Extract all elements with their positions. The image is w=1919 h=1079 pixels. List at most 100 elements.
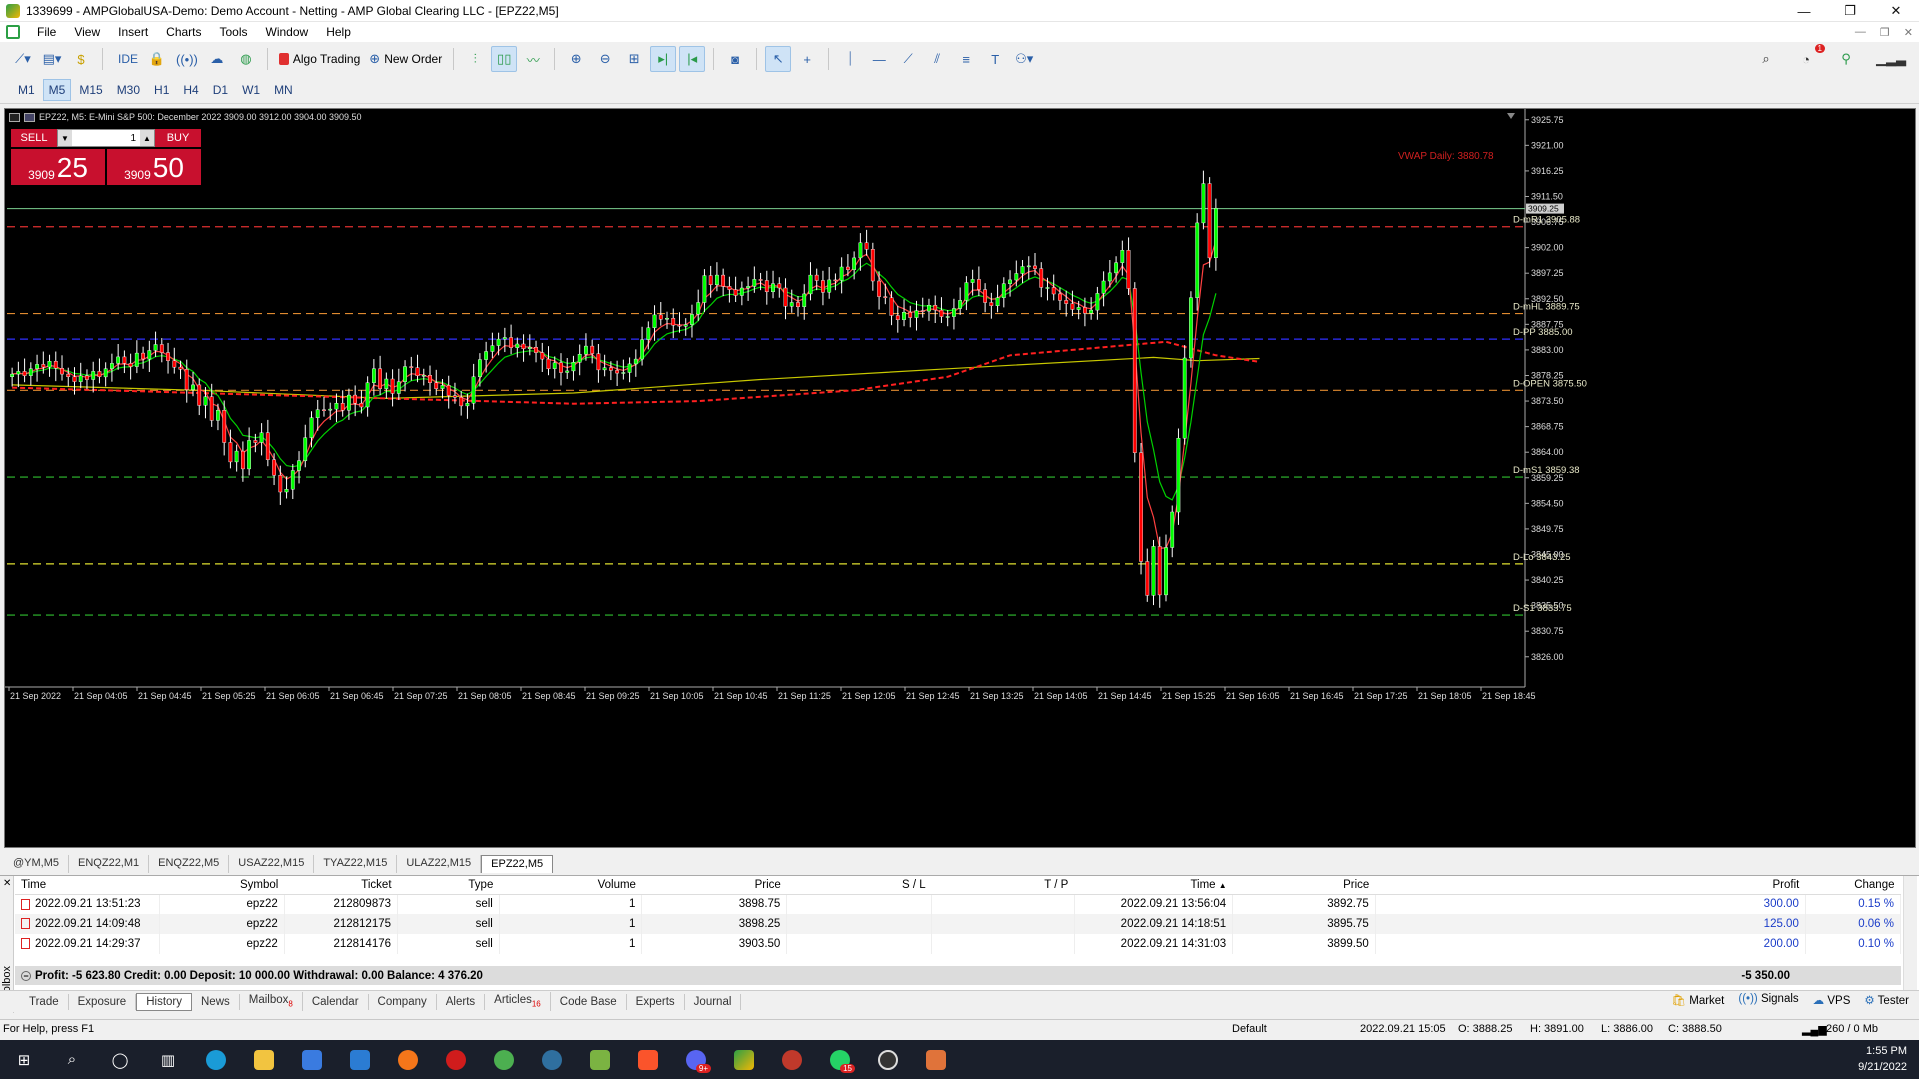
- chart-menu-icon[interactable]: [9, 112, 20, 122]
- globe-icon[interactable]: ◍: [233, 46, 259, 72]
- symbol-tab-ym-m5[interactable]: @YM,M5: [4, 855, 70, 873]
- search-icon[interactable]: ⌕: [1753, 46, 1779, 72]
- lot-size-value[interactable]: 1: [72, 130, 140, 146]
- vpn-icon[interactable]: [528, 1040, 576, 1079]
- close-button[interactable]: ✕: [1873, 0, 1919, 22]
- menu-window[interactable]: Window: [257, 25, 318, 39]
- menu-file[interactable]: File: [28, 25, 65, 39]
- discord-icon[interactable]: 9+: [672, 1040, 720, 1079]
- maximize-button[interactable]: ❐: [1827, 0, 1873, 22]
- toolbox-close-icon[interactable]: ✕: [3, 878, 11, 889]
- whatsapp-icon[interactable]: 15: [816, 1040, 864, 1079]
- status-profile[interactable]: Default: [1232, 1023, 1267, 1035]
- cloud-icon[interactable]: ☁: [204, 46, 230, 72]
- menu-help[interactable]: Help: [317, 25, 360, 39]
- menu-tools[interactable]: Tools: [211, 25, 257, 39]
- timeframe-h1[interactable]: H1: [148, 79, 175, 101]
- mdi-restore-button[interactable]: ❐: [1880, 26, 1890, 39]
- edge-browser-icon[interactable]: [192, 1040, 240, 1079]
- toolbox-tab-trade[interactable]: Trade: [20, 993, 69, 1010]
- chart-line-icon[interactable]: ⟋▾: [10, 46, 36, 72]
- chart-window-icon[interactable]: [6, 25, 20, 39]
- shapes-icon[interactable]: ⚇▾: [1011, 46, 1037, 72]
- line-chart-icon[interactable]: 〰: [520, 46, 546, 72]
- notepad-icon[interactable]: [576, 1040, 624, 1079]
- screenshot-icon[interactable]: ◙: [722, 46, 748, 72]
- toolbox-tab-news[interactable]: News: [192, 993, 240, 1010]
- vps-button[interactable]: ☁ VPS: [1813, 993, 1851, 1007]
- bar-chart-icon[interactable]: ⫶: [462, 46, 488, 72]
- collapse-icon[interactable]: −: [21, 970, 31, 981]
- tester-button[interactable]: ⚙ Tester: [1864, 993, 1909, 1007]
- col-type[interactable]: Type: [397, 876, 500, 895]
- toolbox-tab-exposure[interactable]: Exposure: [69, 993, 137, 1010]
- symbol-tab-enqz22-m5[interactable]: ENQZ22,M5: [149, 855, 230, 873]
- timeframe-m1[interactable]: M1: [12, 79, 41, 101]
- buy-button[interactable]: BUY: [155, 129, 201, 147]
- template-icon[interactable]: ▤▾: [39, 46, 65, 72]
- misc-app-icon[interactable]: [768, 1040, 816, 1079]
- chart-window[interactable]: 3925.75 3921.00 3916.25 3911.50 3906.75 3902.…: [4, 108, 1916, 848]
- bag-icon[interactable]: 🔒: [144, 46, 170, 72]
- timeframe-h4[interactable]: H4: [177, 79, 204, 101]
- signal-icon[interactable]: ((•)): [173, 46, 201, 72]
- signals-button[interactable]: ((•)) Signals: [1738, 993, 1798, 1007]
- price-chart[interactable]: 3925.753921.003916.253911.503906.753902.…: [5, 109, 1915, 847]
- toolbox-tab-mailbox[interactable]: Mailbox8: [240, 992, 303, 1011]
- toolbox-tab-articles[interactable]: Articles16: [485, 992, 551, 1011]
- timeframe-mn[interactable]: MN: [268, 79, 299, 101]
- timeframe-m5[interactable]: M5: [42, 78, 72, 101]
- col-ticket[interactable]: Ticket: [284, 876, 398, 895]
- menu-insert[interactable]: Insert: [109, 25, 157, 39]
- sell-price-box[interactable]: 3909 25: [11, 149, 105, 185]
- zoom-in-icon[interactable]: ⊕: [563, 46, 589, 72]
- timeframe-d1[interactable]: D1: [207, 79, 234, 101]
- symbol-tab-ulaz22-m15[interactable]: ULAZ22,M15: [397, 855, 482, 873]
- obs-icon[interactable]: [864, 1040, 912, 1079]
- symbol-tab-epz22-m5[interactable]: EPZ22,M5: [481, 855, 554, 873]
- zoom-out-icon[interactable]: ⊖: [592, 46, 618, 72]
- col-close-time[interactable]: Time ▲: [1074, 876, 1233, 895]
- symbol-tab-enqz22-m1[interactable]: ENQZ22,M1: [69, 855, 150, 873]
- lot-size-input[interactable]: ▼ 1 ▲: [57, 129, 155, 147]
- col-symbol[interactable]: Symbol: [159, 876, 285, 895]
- fibonacci-icon[interactable]: ≡: [953, 46, 979, 72]
- trend-line-icon[interactable]: ⟋: [895, 46, 921, 72]
- col-close-price[interactable]: Price: [1232, 876, 1376, 895]
- grid-icon[interactable]: ⊞: [621, 46, 647, 72]
- candles-icon[interactable]: ▯▯: [491, 46, 518, 72]
- store-icon[interactable]: [288, 1040, 336, 1079]
- market-button[interactable]: 🛍 Market: [1671, 993, 1724, 1007]
- chart-shift-icon[interactable]: |◂: [679, 46, 706, 72]
- mdi-close-button[interactable]: ✕: [1904, 26, 1913, 39]
- toolbox-tab-alerts[interactable]: Alerts: [437, 993, 486, 1010]
- col-volume[interactable]: Volume: [499, 876, 642, 895]
- firefox-icon[interactable]: [384, 1040, 432, 1079]
- mdi-minimize-button[interactable]: —: [1855, 26, 1866, 38]
- toolbox-tab-code-base[interactable]: Code Base: [551, 993, 627, 1010]
- horizontal-line-icon[interactable]: —: [866, 46, 892, 72]
- toolbox-tab-experts[interactable]: Experts: [627, 993, 685, 1010]
- minimize-button[interactable]: —: [1781, 0, 1827, 22]
- history-scrollbar[interactable]: [1903, 876, 1917, 1001]
- col-sl[interactable]: S / L: [786, 876, 932, 895]
- vertical-line-icon[interactable]: ⏐: [837, 46, 863, 72]
- utorrent-icon[interactable]: [480, 1040, 528, 1079]
- toolbox-tab-company[interactable]: Company: [369, 993, 437, 1010]
- dollar-icon[interactable]: $: [68, 46, 94, 72]
- symbol-tab-usaz22-m15[interactable]: USAZ22,M15: [229, 855, 315, 873]
- lot-increase-icon[interactable]: ▲: [140, 130, 154, 146]
- col-time[interactable]: Time: [15, 876, 160, 895]
- taskbar-clock[interactable]: 1:55 PM 9/21/2022: [1858, 1043, 1907, 1075]
- toolbox-tab-journal[interactable]: Journal: [685, 993, 742, 1010]
- col-tp[interactable]: T / P: [931, 876, 1075, 895]
- timeframe-m15[interactable]: M15: [73, 79, 108, 101]
- menu-charts[interactable]: Charts: [157, 25, 210, 39]
- symbol-tab-tyaz22-m15[interactable]: TYAZ22,M15: [314, 855, 398, 873]
- table-row[interactable]: 2022.09.21 14:29:37 epz22 212814176 sell…: [15, 934, 1902, 954]
- search-taskbar-icon[interactable]: ⌕: [48, 1040, 96, 1079]
- toolbox-tab-history[interactable]: History: [136, 992, 192, 1011]
- buy-price-box[interactable]: 3909 50: [107, 149, 201, 185]
- timeframe-m30[interactable]: M30: [111, 79, 146, 101]
- crosshair-icon[interactable]: +: [794, 46, 820, 72]
